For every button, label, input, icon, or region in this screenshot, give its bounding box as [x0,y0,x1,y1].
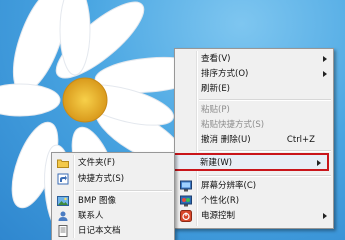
menu-item-label: 屏幕分辨率(C) [201,181,257,191]
bmp-image-icon [57,195,69,207]
menu-item-label: BMP 图像 [78,196,116,206]
menu-item-power-control[interactable]: 电源控制 [177,209,331,223]
menu-item-label: 个性化(R) [201,196,240,206]
menu-item-label: 文件夹(F) [78,158,116,168]
power-icon [180,210,192,222]
submenu-arrow-icon [317,160,321,166]
menu-item-refresh[interactable]: 刷新(E) [177,82,331,96]
menu-item-screen-resolution[interactable]: 屏幕分辨率(C) [177,179,331,193]
submenu-item-contact[interactable]: 联系人 [54,209,172,223]
personalize-icon [180,195,192,207]
menu-item-sort-by[interactable]: 排序方式(O) [177,67,331,81]
menu-item-view[interactable]: 查看(V) [177,52,331,66]
menu-item-label: 联系人 [78,211,104,221]
menu-item-shortcut: Ctrl+Z [286,135,315,145]
menu-item-label: 电源控制 [201,211,236,221]
submenu-item-folder[interactable]: 文件夹(F) [54,156,172,170]
menu-item-label: 撤消 删除(U) [201,135,251,145]
menu-item-label: 粘贴(P) [201,105,230,115]
menu-item-label: 快捷方式(S) [78,174,125,184]
menu-item-label: 日记本文档 [78,226,121,236]
menu-item-personalize[interactable]: 个性化(R) [177,194,331,208]
shortcut-icon [57,173,69,185]
menu-separator [76,190,172,192]
menu-item-label: 查看(V) [201,54,231,64]
new-submenu: 文件夹(F) 快捷方式(S) BMP 图像 联系人 日记本文档 [51,152,175,240]
submenu-arrow-icon [323,71,327,77]
menu-separator [199,99,331,101]
menu-item-paste-shortcut: 粘贴快捷方式(S) [177,118,331,132]
menu-item-undo-delete[interactable]: 撤消 删除(U) Ctrl+Z [177,133,331,147]
menu-item-label: 新建(W) [200,158,233,168]
menu-separator [199,150,331,152]
submenu-item-shortcut[interactable]: 快捷方式(S) [54,172,172,186]
submenu-item-bmp-image[interactable]: BMP 图像 [54,194,172,208]
menu-item-paste: 粘贴(P) [177,103,331,117]
menu-item-new[interactable]: 新建(W) [172,153,329,171]
contact-icon [57,210,69,222]
folder-icon [57,157,69,169]
menu-item-label: 排序方式(O) [201,69,249,79]
desktop-context-menu: 查看(V) 排序方式(O) 刷新(E) 粘贴(P) 粘贴快捷方式(S) 撤消 删… [172,48,334,229]
menu-separator [199,175,331,177]
screen-resolution-icon [180,180,192,192]
menu-item-label: 刷新(E) [201,84,231,94]
submenu-arrow-icon [323,213,327,219]
menu-item-label: 粘贴快捷方式(S) [201,120,265,130]
submenu-arrow-icon [323,56,327,62]
journal-document-icon [57,225,69,237]
submenu-item-journal-document[interactable]: 日记本文档 [54,224,172,238]
